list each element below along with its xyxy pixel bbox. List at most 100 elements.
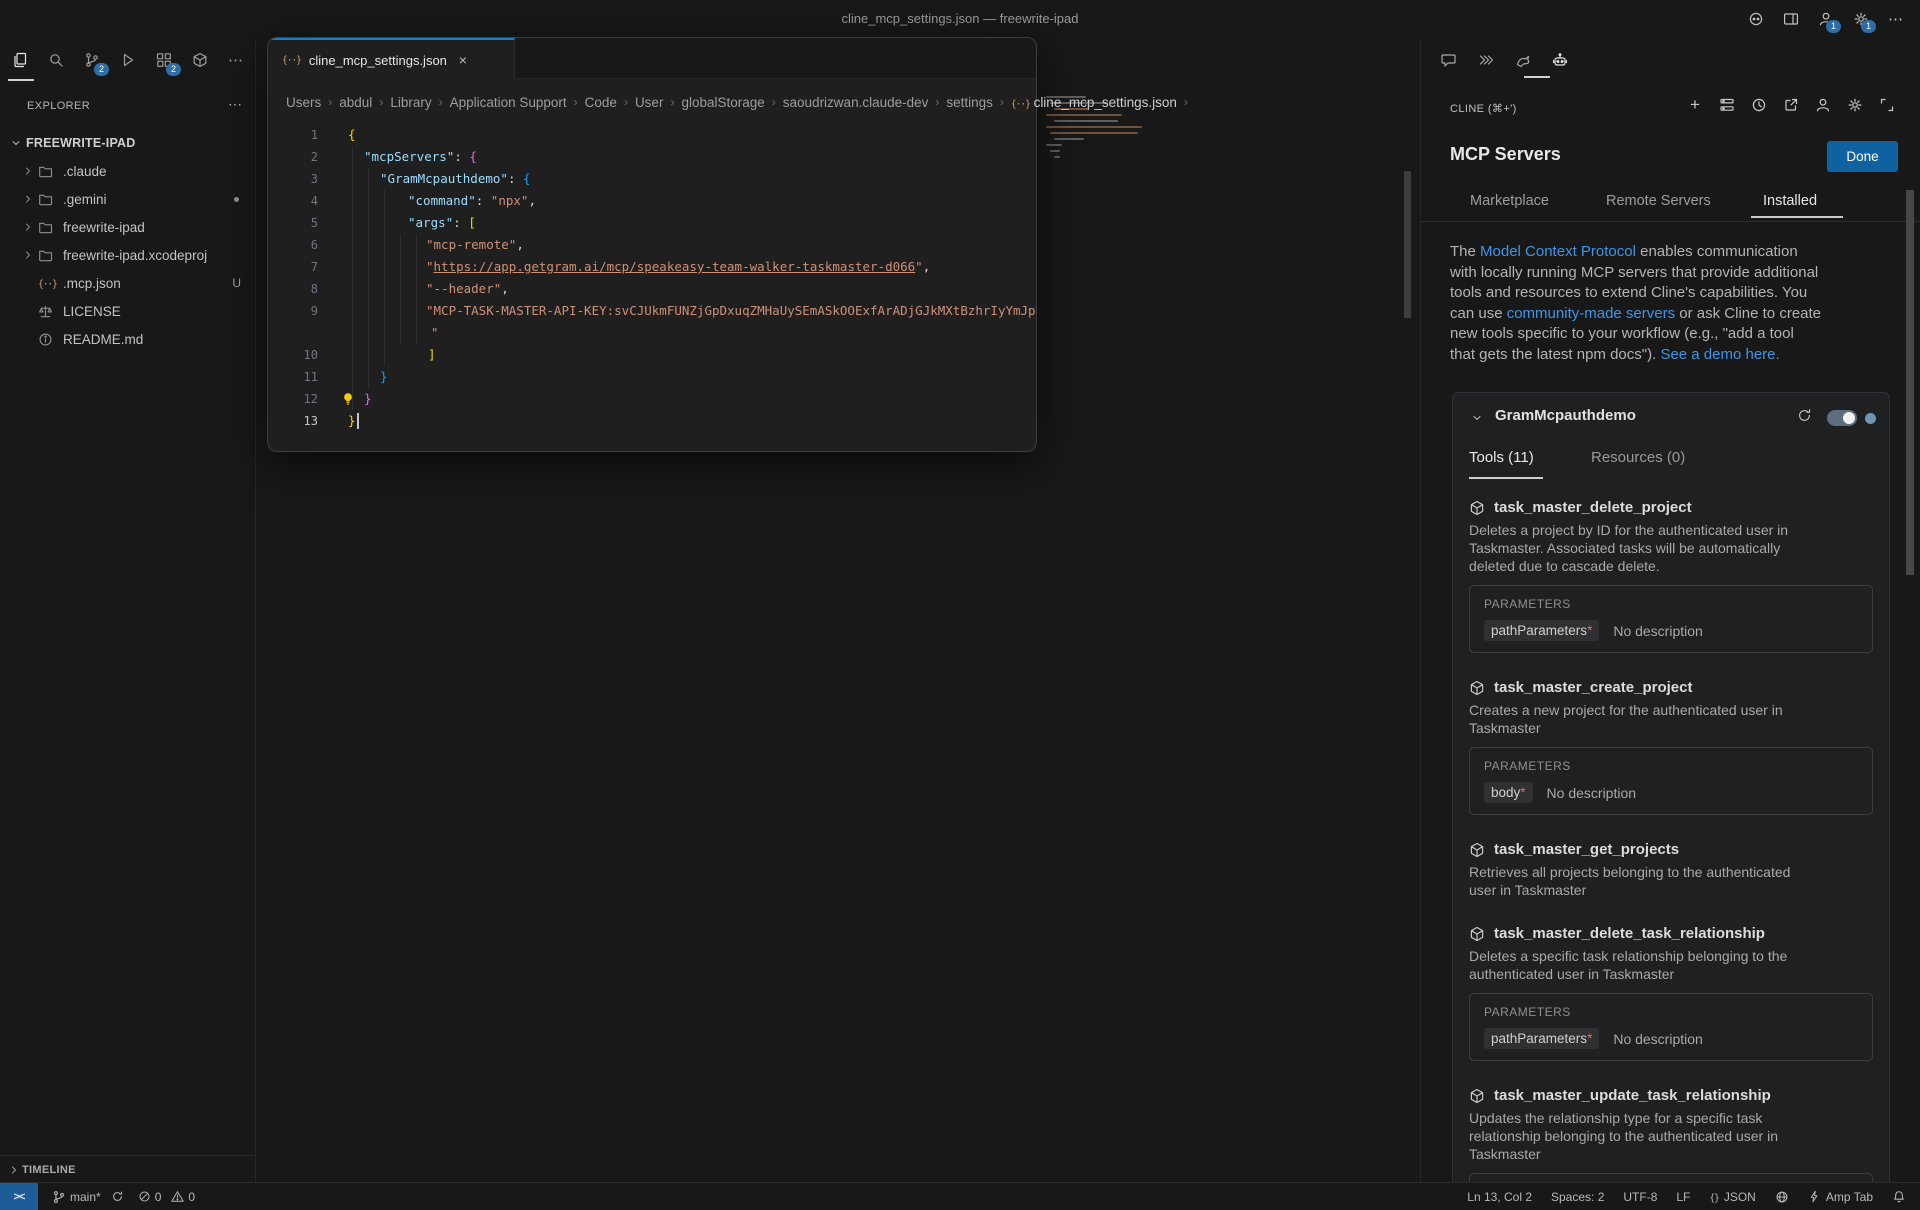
tool-description: Deletes a project by ID for the authenti… bbox=[1469, 521, 1873, 575]
item-label: .mcp.json bbox=[63, 276, 121, 291]
tree-item-.claude[interactable]: .claude bbox=[0, 157, 255, 185]
tree-item-README.md[interactable]: README.md bbox=[0, 325, 255, 353]
status-ln-13-col-2[interactable]: Ln 13, Col 2 bbox=[1467, 1190, 1532, 1204]
tree-item-freewrite-ipad[interactable]: freewrite-ipad bbox=[0, 213, 255, 241]
tab-cline-mcp-settings[interactable]: {··} cline_mcp_settings.json × bbox=[268, 38, 515, 80]
code-line-6[interactable]: 6"mcp-remote", bbox=[268, 234, 1036, 256]
close-icon[interactable]: × bbox=[459, 52, 467, 68]
status-bell-icon[interactable] bbox=[1892, 1190, 1906, 1204]
code-line-8[interactable]: 8"--header", bbox=[268, 278, 1036, 300]
code-line-4[interactable]: 4"command": "npx", bbox=[268, 190, 1036, 212]
activity-explorer-icon[interactable] bbox=[8, 48, 32, 72]
done-button[interactable]: Done bbox=[1827, 141, 1898, 172]
error-count: 0 bbox=[155, 1190, 162, 1204]
problems-item[interactable]: 0 0 bbox=[138, 1190, 195, 1204]
activity-remote-icon[interactable] bbox=[188, 48, 212, 72]
send-icon[interactable] bbox=[1474, 48, 1498, 72]
explorer-more-icon[interactable]: ⋯ bbox=[228, 96, 242, 113]
activity-search-icon[interactable] bbox=[44, 48, 68, 72]
item-label: freewrite-ipad.xcodeproj bbox=[63, 248, 207, 263]
code-line-1[interactable]: 1{ bbox=[268, 124, 1036, 146]
robot-icon[interactable] bbox=[1548, 48, 1572, 72]
param-description: No description bbox=[1613, 1031, 1703, 1047]
breadcrumb-segment[interactable]: {··} cline_mcp_settings.json bbox=[1011, 95, 1177, 110]
status-amp-tab[interactable]: Amp Tab bbox=[1808, 1190, 1873, 1204]
breadcrumb-segment[interactable]: settings bbox=[946, 95, 993, 110]
code-line-10[interactable]: 10] bbox=[268, 344, 1036, 366]
lightbulb-icon[interactable] bbox=[341, 392, 355, 406]
settings-gear-icon[interactable]: 1 bbox=[1851, 9, 1871, 29]
link[interactable]: Model Context Protocol bbox=[1480, 243, 1636, 260]
mcp-tab-remote-servers[interactable]: Remote Servers bbox=[1606, 193, 1711, 209]
breadcrumb-segment[interactable]: User bbox=[635, 95, 664, 110]
editor-scrollbar[interactable] bbox=[1404, 171, 1411, 318]
copilot-icon[interactable] bbox=[1746, 9, 1766, 29]
remote-indicator[interactable]: >< bbox=[0, 1183, 38, 1210]
tree-item-.gemini[interactable]: .gemini bbox=[0, 185, 255, 213]
code-line-12[interactable]: 12} bbox=[268, 388, 1036, 410]
tool-item: task_master_create_projectCreates a new … bbox=[1469, 679, 1873, 815]
status-json[interactable]: {}JSON bbox=[1709, 1190, 1755, 1204]
code-line-2[interactable]: 2"mcpServers": { bbox=[268, 146, 1036, 168]
parameters-label: PARAMETERS bbox=[1484, 1005, 1858, 1019]
panel-scrollbar[interactable] bbox=[1906, 190, 1914, 575]
tree-item-.mcp.json[interactable]: {··}.mcp.jsonU bbox=[0, 269, 255, 297]
breadcrumb-segment[interactable]: Users bbox=[286, 95, 321, 110]
sync-icon[interactable] bbox=[111, 1190, 124, 1203]
code-line-wrap[interactable]: " bbox=[268, 322, 1036, 344]
history-icon[interactable] bbox=[1750, 96, 1768, 114]
server-card-header[interactable]: GramMcpauthdemo bbox=[1453, 393, 1889, 441]
activity-more-icon[interactable]: ⋯ bbox=[224, 48, 248, 72]
new-task-icon[interactable]: + bbox=[1686, 96, 1704, 114]
status-lf[interactable]: LF bbox=[1676, 1190, 1690, 1204]
expand-icon[interactable] bbox=[1878, 96, 1896, 114]
tab-resources[interactable]: Resources (0) bbox=[1591, 449, 1685, 466]
code-line-7[interactable]: 7"https://app.getgram.ai/mcp/speakeasy-t… bbox=[268, 256, 1036, 278]
open-in-editor-icon[interactable] bbox=[1782, 96, 1800, 114]
more-icon[interactable]: ⋯ bbox=[1886, 9, 1906, 29]
breadcrumb-segment[interactable]: Application Support bbox=[450, 95, 567, 110]
activity-source-control-icon[interactable]: 2 bbox=[80, 48, 104, 72]
tree-item-LICENSE[interactable]: LICENSE bbox=[0, 297, 255, 325]
server-enabled-toggle[interactable] bbox=[1827, 410, 1857, 426]
breadcrumb-segment[interactable]: saoudrizwan.claude-dev bbox=[783, 95, 929, 110]
tool-item: task_master_get_projectsRetrieves all pr… bbox=[1469, 841, 1873, 899]
tree-root-folder[interactable]: FREEWRITE-IPAD bbox=[0, 129, 255, 157]
tree-item-freewrite-ipad.xcodeproj[interactable]: freewrite-ipad.xcodeproj bbox=[0, 241, 255, 269]
git-branch-item[interactable]: main* bbox=[52, 1190, 124, 1204]
mcp-tab-installed[interactable]: Installed bbox=[1763, 193, 1817, 209]
link[interactable]: community-made servers bbox=[1507, 305, 1675, 322]
breadcrumb-segment[interactable]: abdul bbox=[339, 95, 372, 110]
activity-extensions-icon[interactable]: 2 bbox=[152, 48, 176, 72]
breadcrumb-segment[interactable]: Library bbox=[390, 95, 431, 110]
status-utf-8[interactable]: UTF-8 bbox=[1623, 1190, 1657, 1204]
timeline-section[interactable]: TIMELINE bbox=[0, 1155, 255, 1184]
server-tabs: Tools (11) Resources (0) bbox=[1453, 441, 1889, 485]
kangaroo-icon[interactable] bbox=[1511, 48, 1535, 72]
account-icon[interactable]: 1 bbox=[1816, 9, 1836, 29]
status-globe-icon[interactable] bbox=[1775, 1190, 1789, 1204]
parameters-label: PARAMETERS bbox=[1484, 597, 1858, 611]
link[interactable]: See a demo here. bbox=[1660, 346, 1779, 363]
chevron-down-icon[interactable] bbox=[1471, 412, 1483, 424]
breadcrumb-segment[interactable]: globalStorage bbox=[681, 95, 764, 110]
settings-gear-icon[interactable] bbox=[1846, 96, 1864, 114]
restart-server-icon[interactable] bbox=[1797, 408, 1812, 423]
breadcrumb-segment[interactable]: Code bbox=[585, 95, 617, 110]
sidebar-divider[interactable] bbox=[255, 40, 256, 1183]
code-line-9[interactable]: 9"MCP-TASK-MASTER-API-KEY:svCJUkmFUNZjGp… bbox=[268, 300, 1036, 322]
tool-cube-icon bbox=[1469, 1088, 1485, 1104]
code-line-11[interactable]: 11} bbox=[268, 366, 1036, 388]
activity-run-debug-icon[interactable] bbox=[116, 48, 140, 72]
account-icon[interactable] bbox=[1814, 96, 1832, 114]
code-line-3[interactable]: 3"GramMcpauthdemo": { bbox=[268, 168, 1036, 190]
tab-tools[interactable]: Tools (11) bbox=[1469, 449, 1534, 466]
mcp-servers-icon[interactable] bbox=[1718, 96, 1736, 114]
mcp-tab-marketplace[interactable]: Marketplace bbox=[1470, 193, 1549, 209]
layout-icon[interactable] bbox=[1781, 9, 1801, 29]
code-line-5[interactable]: 5"args": [ bbox=[268, 212, 1036, 234]
code-line-13[interactable]: 13} bbox=[268, 410, 1036, 432]
chat-icon[interactable] bbox=[1437, 48, 1461, 72]
breadcrumb[interactable]: Users›abdul›Library›Application Support›… bbox=[286, 93, 1418, 111]
status-spaces-2[interactable]: Spaces: 2 bbox=[1551, 1190, 1604, 1204]
